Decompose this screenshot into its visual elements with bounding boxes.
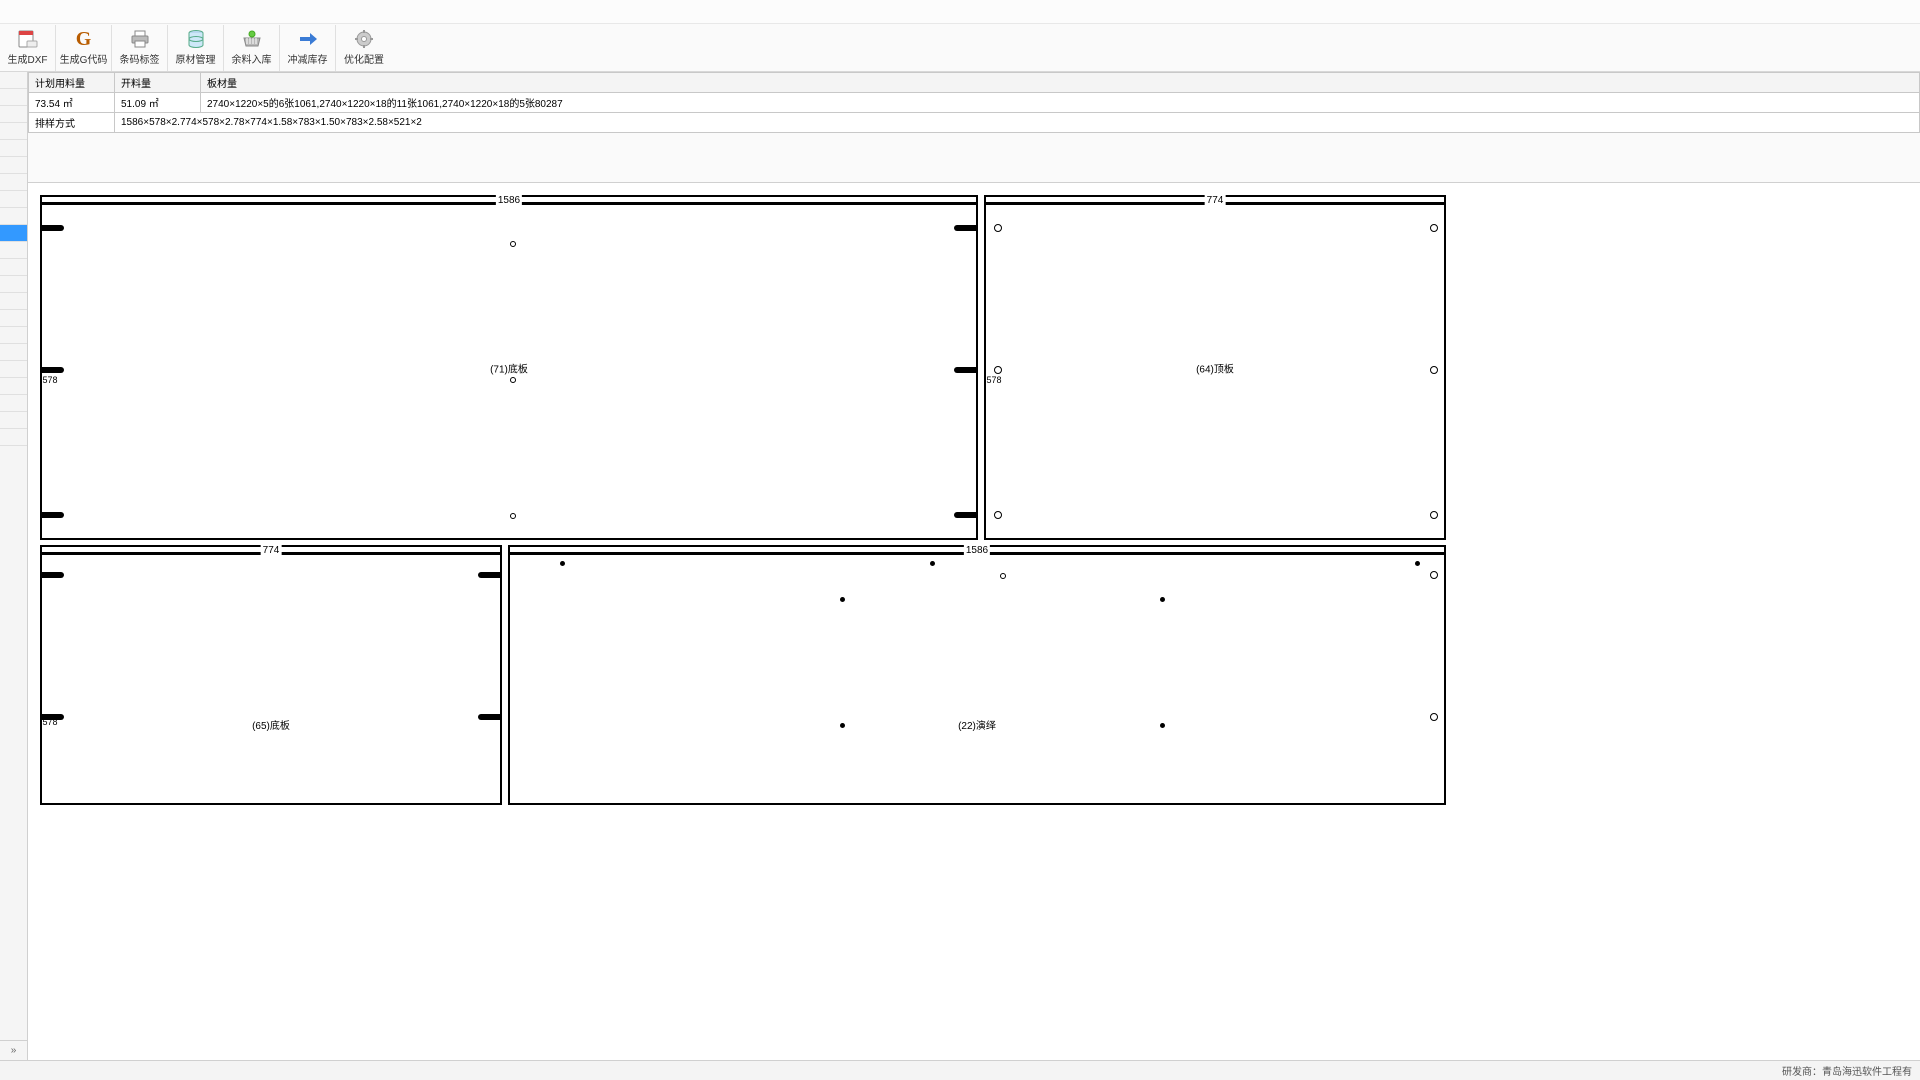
panel-71-label: (71)底板 bbox=[490, 360, 528, 375]
arrow-right-icon bbox=[297, 29, 319, 49]
optimize-config-button[interactable]: 优化配置 bbox=[336, 25, 392, 71]
remnant-stockin-button[interactable]: 余料入库 bbox=[224, 25, 280, 71]
barcode-label-button[interactable]: 条码标签 bbox=[112, 25, 168, 71]
sidebar-item[interactable] bbox=[0, 123, 27, 140]
panel-71-dim: 1586 bbox=[496, 195, 522, 206]
sidebar: » bbox=[0, 72, 28, 1060]
sidebar-item[interactable] bbox=[0, 259, 27, 276]
gear-icon bbox=[353, 29, 375, 49]
info-table: 计划用料量 开料量 板材量 73.54 ㎡ 51.09 ㎡ 2740×1220×… bbox=[28, 72, 1920, 133]
panel-64-label: (64)顶板 bbox=[1196, 360, 1234, 375]
header-cut: 开料量 bbox=[115, 73, 201, 93]
sidebar-item[interactable] bbox=[0, 89, 27, 106]
sidebar-item[interactable] bbox=[0, 378, 27, 395]
sidebar-item[interactable] bbox=[0, 429, 27, 446]
toolbar: 生成DXF G 生成G代码 条码标签 原材管理 余料入库 bbox=[0, 24, 1920, 72]
developer-credit: 研发商：青岛海迅软件工程有 bbox=[1782, 1063, 1912, 1078]
sidebar-item[interactable] bbox=[0, 242, 27, 259]
panel-65[interactable]: 774 (65)底板 578 bbox=[40, 545, 502, 805]
sidebar-item[interactable] bbox=[0, 361, 27, 378]
database-icon bbox=[185, 29, 207, 49]
sidebar-item[interactable] bbox=[0, 310, 27, 327]
panel-65-dim: 774 bbox=[261, 545, 282, 556]
sidebar-item[interactable] bbox=[0, 395, 27, 412]
barcode-label-label: 条码标签 bbox=[120, 51, 160, 66]
sidebar-item[interactable] bbox=[0, 106, 27, 123]
nesting-canvas[interactable]: 1586 (71)底板 578 bbox=[28, 183, 1920, 1060]
sidebar-scroll-button[interactable]: » bbox=[0, 1040, 27, 1060]
dxf-icon bbox=[17, 29, 39, 49]
value-sheet: 2740×1220×5的6张1061,2740×1220×18的11张1061,… bbox=[201, 93, 1920, 113]
remnant-stockin-label: 余料入库 bbox=[232, 51, 272, 66]
generate-dxf-button[interactable]: 生成DXF bbox=[0, 25, 56, 71]
material-manage-label: 原材管理 bbox=[176, 51, 216, 66]
value-cut: 51.09 ㎡ bbox=[115, 93, 201, 113]
sidebar-item[interactable] bbox=[0, 140, 27, 157]
panel-64-dim: 774 bbox=[1205, 195, 1226, 206]
panel-22-dim: 1586 bbox=[964, 545, 990, 556]
generate-gcode-label: 生成G代码 bbox=[60, 51, 108, 66]
panel-64-sidedim: 578 bbox=[986, 375, 1001, 385]
panel-71[interactable]: 1586 (71)底板 578 bbox=[40, 195, 978, 540]
generate-gcode-button[interactable]: G 生成G代码 bbox=[56, 25, 112, 71]
header-planned: 计划用料量 bbox=[29, 73, 115, 93]
printer-icon bbox=[129, 29, 151, 49]
sidebar-item[interactable] bbox=[0, 174, 27, 191]
gcode-icon: G bbox=[73, 29, 95, 49]
panel-65-label: (65)底板 bbox=[252, 717, 290, 732]
sidebar-item[interactable] bbox=[0, 157, 27, 174]
optimize-config-label: 优化配置 bbox=[344, 51, 384, 66]
statusbar: 研发商：青岛海迅软件工程有 bbox=[0, 1060, 1920, 1080]
mode-value: 1586×578×2.774×578×2.78×774×1.58×783×1.5… bbox=[115, 113, 1920, 133]
mode-label: 排样方式 bbox=[29, 113, 115, 133]
panel-64[interactable]: 774 (64)顶板 578 bbox=[984, 195, 1446, 540]
deduct-stock-label: 冲减库存 bbox=[288, 51, 328, 66]
panel-71-sidedim: 578 bbox=[42, 375, 57, 385]
sidebar-item[interactable] bbox=[0, 208, 27, 225]
sidebar-item[interactable] bbox=[0, 327, 27, 344]
sidebar-item[interactable] bbox=[0, 191, 27, 208]
header-sheet: 板材量 bbox=[201, 73, 1920, 93]
sidebar-item[interactable] bbox=[0, 293, 27, 310]
value-planned: 73.54 ㎡ bbox=[29, 93, 115, 113]
panel-22[interactable]: 1586 (22)演绎 bbox=[508, 545, 1446, 805]
sidebar-item[interactable] bbox=[0, 72, 27, 89]
generate-dxf-label: 生成DXF bbox=[8, 51, 48, 66]
material-manage-button[interactable]: 原材管理 bbox=[168, 25, 224, 71]
titlebar bbox=[0, 0, 1920, 24]
sidebar-item[interactable] bbox=[0, 344, 27, 361]
deduct-stock-button[interactable]: 冲减库存 bbox=[280, 25, 336, 71]
sidebar-item[interactable] bbox=[0, 412, 27, 429]
sidebar-item-selected[interactable] bbox=[0, 225, 27, 242]
basket-icon bbox=[241, 29, 263, 49]
info-spacer bbox=[28, 133, 1920, 183]
sidebar-item[interactable] bbox=[0, 276, 27, 293]
panel-22-label: (22)演绎 bbox=[958, 717, 996, 732]
